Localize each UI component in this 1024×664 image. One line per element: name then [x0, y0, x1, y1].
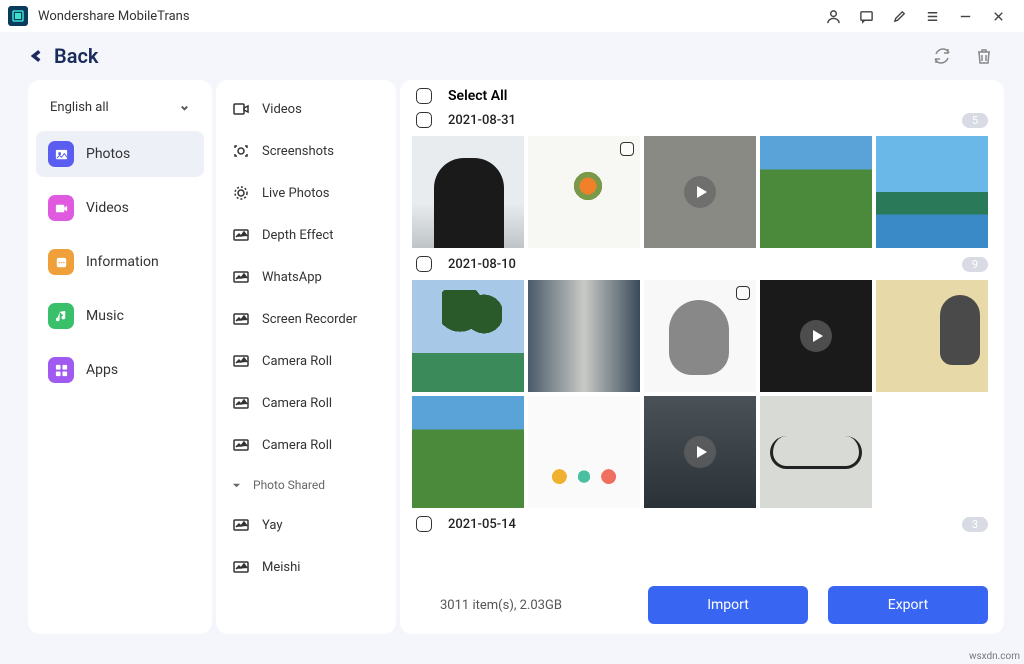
thumb-checkbox[interactable] [736, 286, 750, 300]
apps-icon [48, 357, 74, 383]
group-header: 2021-05-14 3 [410, 510, 994, 538]
category-panel: English all Photos Videos Information Mu… [28, 80, 212, 634]
cat-label: Music [86, 308, 124, 324]
close-icon[interactable] [991, 9, 1006, 24]
delete-icon[interactable] [974, 46, 994, 66]
status-text: 3011 item(s), 2.03GB [440, 598, 562, 613]
photo-thumbnail[interactable] [528, 396, 640, 508]
edit-icon[interactable] [892, 9, 907, 24]
group-count-badge: 9 [962, 257, 988, 272]
play-icon [800, 320, 832, 352]
feedback-icon[interactable] [859, 9, 874, 24]
sub-photo-shared-header[interactable]: Photo Shared [216, 466, 396, 504]
group-header: 2021-08-10 9 [410, 250, 994, 278]
sub-camera-roll-1[interactable]: Camera Roll [216, 340, 396, 382]
photo-thumbnail[interactable] [876, 136, 988, 248]
back-label: Back [54, 44, 98, 68]
cat-label: Videos [86, 200, 129, 216]
photo-thumbnail[interactable] [528, 136, 640, 248]
page-header: Back [0, 32, 1024, 80]
content-footer: 3011 item(s), 2.03GB Import Export [410, 578, 994, 624]
photo-thumbnail[interactable] [760, 396, 872, 508]
sub-videos[interactable]: Videos [216, 88, 396, 130]
minimize-icon[interactable] [958, 9, 973, 24]
photo-thumbnail[interactable] [760, 136, 872, 248]
group-header: 2021-08-31 5 [410, 106, 994, 134]
photo-thumbnail[interactable] [528, 280, 640, 392]
video-thumbnail[interactable] [760, 280, 872, 392]
sub-screenshots[interactable]: Screenshots [216, 130, 396, 172]
back-button[interactable]: Back [30, 44, 98, 68]
thumbnail-grid [410, 278, 994, 510]
cat-information[interactable]: Information [36, 239, 204, 285]
menu-icon[interactable] [925, 9, 940, 24]
photo-thumbnail[interactable] [412, 136, 524, 248]
main-area: English all Photos Videos Information Mu… [0, 80, 1024, 650]
sub-meishi[interactable]: Meishi [216, 546, 396, 588]
cat-apps[interactable]: Apps [36, 347, 204, 393]
album-panel: Videos Screenshots Live Photos Depth Eff… [216, 80, 396, 634]
group-count-badge: 5 [962, 113, 988, 128]
cat-videos[interactable]: Videos [36, 185, 204, 231]
sub-depth-effect[interactable]: Depth Effect [216, 214, 396, 256]
music-icon [48, 303, 74, 329]
app-title: Wondershare MobileTrans [38, 9, 190, 24]
group-checkbox[interactable] [416, 112, 432, 128]
thumbnail-grid [410, 134, 994, 250]
group-checkbox[interactable] [416, 516, 432, 532]
language-label: English all [50, 100, 109, 115]
cat-photos[interactable]: Photos [36, 131, 204, 177]
play-icon [684, 176, 716, 208]
import-button[interactable]: Import [648, 586, 808, 624]
title-bar: Wondershare MobileTrans [0, 0, 1024, 32]
watermark: wsxdn.com [969, 651, 1020, 662]
cat-label: Information [86, 254, 159, 270]
sub-live-photos[interactable]: Live Photos [216, 172, 396, 214]
account-icon[interactable] [826, 9, 841, 24]
photo-thumbnail[interactable] [412, 396, 524, 508]
cat-label: Photos [86, 146, 130, 162]
select-all-label: Select All [448, 88, 507, 104]
group-date: 2021-05-14 [448, 517, 516, 532]
thumb-checkbox[interactable] [620, 142, 634, 156]
play-icon [684, 436, 716, 468]
select-all-row: Select All [410, 86, 994, 106]
information-icon [48, 249, 74, 275]
photo-thumbnail[interactable] [412, 280, 524, 392]
content-panel: Select All 2021-08-31 5 2021-08-10 9 [400, 80, 1004, 634]
video-thumbnail[interactable] [644, 396, 756, 508]
group-date: 2021-08-31 [448, 113, 516, 128]
app-logo [8, 6, 28, 26]
select-all-checkbox[interactable] [416, 88, 432, 104]
refresh-icon[interactable] [932, 46, 952, 66]
sub-camera-roll-3[interactable]: Camera Roll [216, 424, 396, 466]
sub-camera-roll-2[interactable]: Camera Roll [216, 382, 396, 424]
group-checkbox[interactable] [416, 256, 432, 272]
photo-thumbnail[interactable] [644, 280, 756, 392]
cat-music[interactable]: Music [36, 293, 204, 339]
sub-yay[interactable]: Yay [216, 504, 396, 546]
photos-icon [48, 141, 74, 167]
cat-label: Apps [86, 362, 118, 378]
photo-thumbnail[interactable] [876, 280, 988, 392]
video-thumbnail[interactable] [644, 136, 756, 248]
chevron-down-icon [179, 102, 190, 113]
videos-icon [48, 195, 74, 221]
sub-whatsapp[interactable]: WhatsApp [216, 256, 396, 298]
language-selector[interactable]: English all [36, 92, 204, 123]
export-button[interactable]: Export [828, 586, 988, 624]
group-count-badge: 3 [962, 517, 988, 532]
group-date: 2021-08-10 [448, 257, 516, 272]
sub-screen-recorder[interactable]: Screen Recorder [216, 298, 396, 340]
